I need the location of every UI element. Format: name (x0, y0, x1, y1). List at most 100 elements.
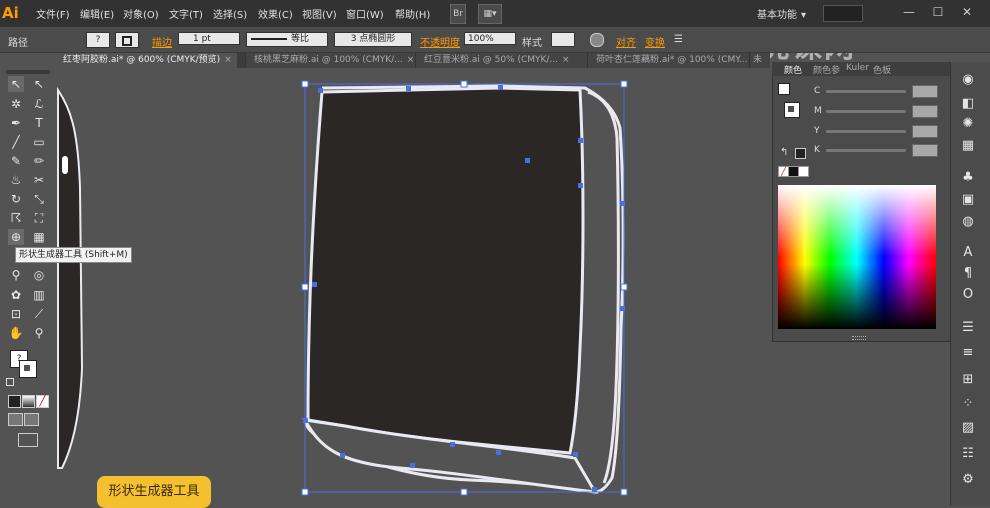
color-mode-icon[interactable] (8, 395, 21, 408)
rectangle-tool-icon[interactable]: ▭ (31, 134, 47, 150)
align-panel-link[interactable]: 对齐 (616, 34, 636, 49)
minimize-icon[interactable]: — (898, 2, 920, 22)
graphic-style-swatch[interactable] (551, 32, 575, 47)
draw-behind-icon[interactable] (24, 413, 39, 426)
menu-view[interactable]: 视图(V) (302, 6, 337, 21)
column-graph-tool-icon[interactable]: ▥ (31, 287, 47, 303)
screen-mode-icon[interactable] (18, 433, 38, 447)
eraser-tool-icon[interactable]: ✂ (31, 172, 47, 188)
bridge-button[interactable]: Br (450, 4, 466, 24)
maximize-icon[interactable]: ☐ (927, 2, 949, 22)
opacity-panel-link[interactable]: 不透明度 (420, 34, 460, 49)
menu-help[interactable]: 帮助(H) (395, 6, 430, 21)
panel-resize-grip[interactable] (852, 336, 866, 340)
stroke-panel-link[interactable]: 描边 (152, 34, 172, 49)
tab-document-5[interactable]: 未 (749, 53, 770, 68)
stroke-weight-field[interactable]: 1 pt (178, 32, 240, 45)
cmyk-mode-swatch[interactable] (795, 148, 806, 159)
menu-edit[interactable]: 编辑(E) (80, 6, 114, 21)
align-icon[interactable]: ☰ (958, 320, 978, 336)
type-tool-icon[interactable]: T (31, 115, 47, 131)
stroke-swatch[interactable] (115, 32, 139, 48)
channel-y-field[interactable] (912, 125, 938, 138)
warp-tool-icon[interactable]: ☈ (8, 210, 24, 226)
out-of-gamut-icon[interactable]: ↰ (780, 147, 788, 158)
line-tool-icon[interactable]: ╱ (8, 134, 24, 150)
lasso-tool-icon[interactable]: ℒ (31, 96, 47, 112)
channel-k-field[interactable] (912, 144, 938, 157)
draw-normal-icon[interactable] (8, 413, 23, 426)
stroke-icon[interactable]: ≡ (958, 345, 978, 361)
appearance-icon[interactable]: ◍ (958, 214, 978, 230)
artboards-icon[interactable]: ⚙ (958, 472, 978, 488)
transform-panel-link[interactable]: 变换 (645, 34, 665, 49)
panel-fill-swatch[interactable] (778, 83, 790, 95)
tab-document-2[interactable]: 核桃黑芝麻粉.ai @ 100% (CMYK/... × (245, 53, 415, 68)
channel-c-field[interactable] (912, 85, 938, 98)
paragraph-icon[interactable]: ¶ (958, 266, 978, 282)
tab-color-guide[interactable]: 颜色参 (813, 63, 840, 76)
default-colors-icon[interactable] (6, 378, 14, 386)
white-swatch[interactable] (798, 166, 809, 177)
opentype-icon[interactable]: O (958, 287, 978, 303)
close-icon[interactable]: ✕ (956, 2, 978, 22)
free-transform-tool-icon[interactable]: ⛶ (31, 210, 47, 226)
channel-y-slider[interactable] (826, 130, 906, 133)
menu-window[interactable]: 窗口(W) (346, 6, 384, 21)
fill-swatch[interactable]: ? (86, 32, 110, 48)
transform-icon[interactable]: ⊞ (958, 372, 978, 388)
search-input[interactable] (823, 5, 863, 22)
shape-builder-tool-icon[interactable]: ⊕ (8, 229, 24, 245)
menu-type[interactable]: 文字(T) (169, 6, 203, 21)
eyedropper-tool-icon[interactable]: ⚲ (8, 267, 24, 283)
tab-swatches[interactable]: 色板 (873, 63, 891, 76)
workspace-switcher[interactable]: 基本功能 ▾ (757, 6, 806, 21)
pathfinder-icon[interactable]: ⁘ (958, 396, 978, 412)
symbol-sprayer-tool-icon[interactable]: ✿ (8, 287, 24, 303)
artboard-tool-icon[interactable]: ⊡ (8, 306, 24, 322)
color-spectrum[interactable] (778, 185, 936, 329)
slice-tool-icon[interactable]: ⟋ (31, 306, 47, 322)
stroke-color-swatch[interactable] (19, 360, 37, 378)
menu-file[interactable]: 文件(F) (36, 6, 70, 21)
tab-document-3[interactable]: 红豆薏米粉.ai @ 50% (CMYK/... × (415, 53, 587, 68)
gradient-mode-icon[interactable] (22, 395, 35, 408)
transparency-icon[interactable]: ▨ (958, 420, 978, 436)
character-icon[interactable]: A (958, 245, 978, 261)
tab-document-1[interactable]: 红枣阿胶粉.ai* @ 600% (CMYK/预览) × (55, 53, 237, 68)
menu-object[interactable]: 对象(O) (123, 6, 159, 21)
blend-tool-icon[interactable]: ◎ (31, 267, 47, 283)
panel-stroke-swatch[interactable] (784, 102, 800, 118)
channel-m-slider[interactable] (826, 110, 906, 113)
arrange-documents-button[interactable]: ▦▾ (478, 4, 502, 24)
kuler-icon[interactable]: ✺ (958, 116, 978, 132)
opacity-field[interactable]: 100% (464, 32, 516, 45)
perspective-grid-tool-icon[interactable]: ▦ (31, 229, 47, 245)
toolbox-grip[interactable] (6, 70, 50, 74)
menu-effect[interactable]: 效果(C) (258, 6, 293, 21)
tab-color[interactable]: 颜色 (784, 63, 802, 76)
channel-c-slider[interactable] (826, 90, 906, 93)
none-mode-icon[interactable]: ╱ (36, 395, 49, 408)
recolor-artwork-icon[interactable] (590, 33, 604, 47)
variable-width-profile[interactable]: 等比 (246, 32, 328, 47)
pen-tool-icon[interactable]: ✒ (8, 115, 24, 131)
symbols-icon[interactable]: ♣ (958, 170, 978, 186)
tab-kuler[interactable]: Kuler (846, 63, 869, 73)
selection-tool-icon[interactable]: ↖ (8, 76, 24, 92)
brush-definition[interactable]: 3 点椭圆形 (334, 32, 412, 47)
graphic-styles-icon[interactable]: ▣ (958, 192, 978, 208)
layers-icon[interactable]: ☷ (958, 446, 978, 462)
pencil-tool-icon[interactable]: ✏ (31, 153, 47, 169)
rotate-tool-icon[interactable]: ↻ (8, 191, 24, 207)
scale-tool-icon[interactable]: ⤡ (31, 191, 47, 207)
menu-select[interactable]: 选择(S) (213, 6, 247, 21)
panel-menu-icon[interactable]: ☰ (674, 34, 683, 45)
channel-m-field[interactable] (912, 105, 938, 118)
paintbrush-tool-icon[interactable]: ✎ (8, 153, 24, 169)
channel-k-slider[interactable] (826, 149, 906, 152)
hand-tool-icon[interactable]: ✋ (8, 325, 24, 341)
swatches-icon[interactable]: ▦ (958, 138, 978, 154)
magic-wand-tool-icon[interactable]: ✲ (8, 96, 24, 112)
tab-document-4[interactable]: 荷叶杏仁莲藕粉.ai* @ 100% (CMY...× (587, 53, 749, 68)
